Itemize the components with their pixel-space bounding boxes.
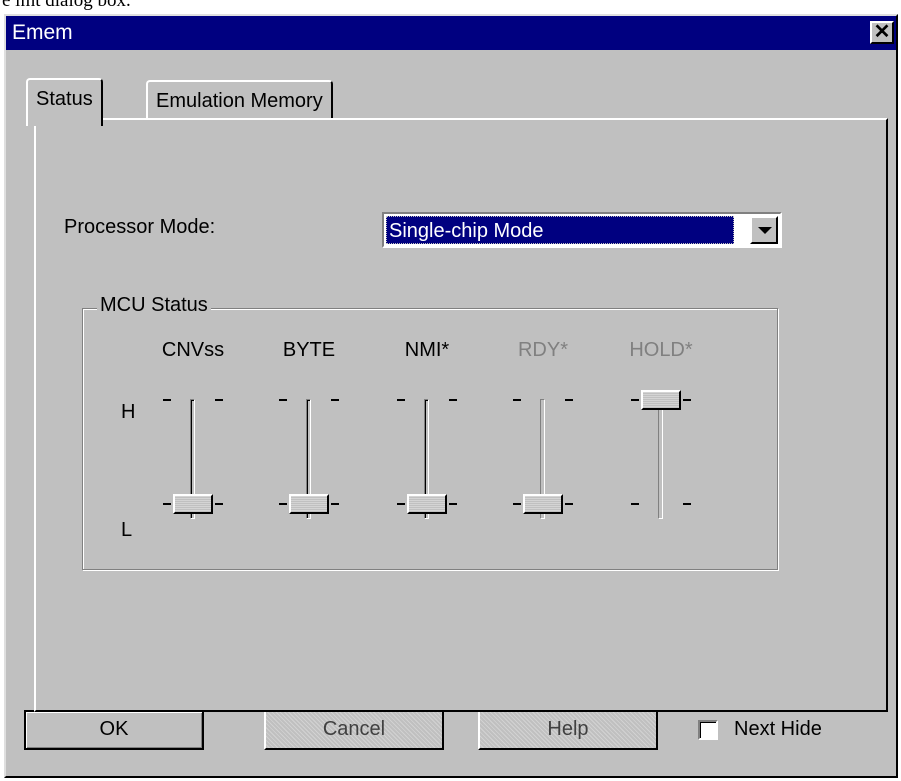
close-icon: ✕ [873,21,891,43]
tick-mark [565,503,573,505]
h-level-label: H [121,401,136,423]
tab-status-label: Status [36,88,93,110]
caption-text: e lmt dialog box. [2,0,131,11]
slider-track [658,399,663,519]
tick-mark [279,399,287,401]
signal-label-cnvss: CNVss [161,339,225,361]
help-button[interactable]: Help [478,710,658,750]
processor-mode-select[interactable]: Single-chip Mode [382,212,782,248]
tick-mark [683,503,691,505]
tick-mark [397,503,405,505]
tick-mark [449,503,457,505]
slider-hold[interactable] [621,385,701,535]
tick-mark [449,399,457,401]
signal-label-hold: HOLD* [629,339,693,361]
tick-mark [279,503,287,505]
mcu-status-group: MCU Status H L CNVss BYTE NMI* RDY* HOLD… [82,294,778,570]
tick-mark [513,399,521,401]
tick-mark [163,399,171,401]
tab-status[interactable]: Status [26,78,103,126]
ok-button[interactable]: OK [24,710,204,750]
tick-mark [331,503,339,505]
next-hide-checkbox[interactable] [698,720,718,740]
tick-mark [331,399,339,401]
signal-label-byte: BYTE [282,339,336,361]
next-hide-label: Next Hide [734,718,822,740]
slider-thumb-byte[interactable] [289,494,329,514]
close-button[interactable]: ✕ [870,21,894,44]
tab-emulation-memory-label: Emulation Memory [156,90,323,112]
slider-thumb-hold[interactable] [641,390,681,410]
title-bar[interactable]: Emem ✕ [6,16,896,50]
tick-mark [163,503,171,505]
slider-byte[interactable] [269,385,349,535]
tick-mark [631,503,639,505]
tick-mark [215,503,223,505]
slider-thumb-nmi[interactable] [407,494,447,514]
slider-thumb-cnvss[interactable] [173,494,213,514]
processor-mode-value: Single-chip Mode [386,216,734,244]
signal-label-rdy: RDY* [517,339,568,361]
window-title: Emem [12,21,73,44]
slider-thumb-rdy[interactable] [523,494,563,514]
tick-mark [565,399,573,401]
signal-label-nmi: NMI* [404,339,450,361]
cancel-button[interactable]: Cancel [264,710,444,750]
mcu-status-title: MCU Status [97,294,211,317]
tick-mark [683,399,691,401]
status-tab-panel: Processor Mode: Single-chip Mode MCU Sta… [34,118,888,712]
l-level-label: L [121,519,133,541]
emem-dialog: Emem ✕ Status Emulation Memory Processor… [4,14,898,778]
slider-rdy[interactable] [503,385,583,535]
slider-nmi[interactable] [387,385,467,535]
tick-mark [215,399,223,401]
slider-cnvss[interactable] [153,385,233,535]
chevron-down-icon[interactable] [750,216,778,244]
tick-mark [397,399,405,401]
processor-mode-label: Processor Mode: [64,216,216,238]
tick-mark [631,399,639,401]
tick-mark [513,503,521,505]
